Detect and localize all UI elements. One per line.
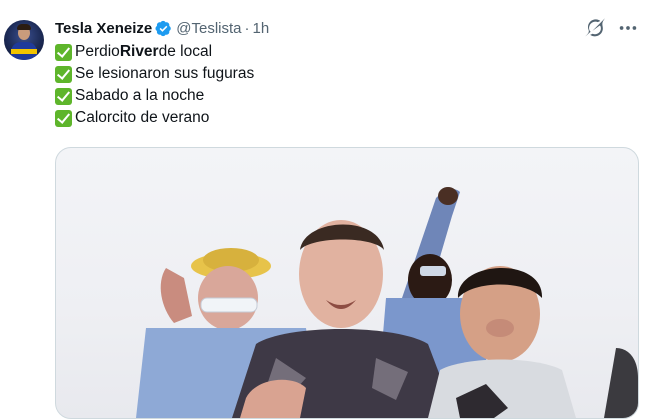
tweet-line-2-text: Se lesionaron sus fuguras	[75, 65, 255, 82]
author-avatar[interactable]	[4, 20, 44, 60]
tweet-video[interactable]	[55, 147, 639, 419]
avatar-shirt-stripe	[11, 49, 37, 54]
avatar-hair	[17, 24, 31, 30]
check-mark-icon	[55, 87, 72, 105]
right-person-hand-on-mouth	[486, 319, 514, 337]
verified-badge-icon	[155, 20, 172, 37]
tweet-line-3: Sabado a la noche	[55, 85, 254, 107]
left-person-sunglasses	[200, 297, 258, 313]
more-options-icon[interactable]	[617, 17, 639, 39]
tweet-line-3-text: Sabado a la noche	[75, 87, 205, 104]
tweet-line-1-bold: River	[119, 43, 159, 60]
back-person-hand	[438, 187, 458, 205]
check-mark-icon	[55, 65, 72, 83]
tweet-line-1-rest: de local	[158, 43, 213, 60]
grok-icon[interactable]	[584, 17, 606, 39]
back-person-glasses	[420, 266, 446, 276]
tweet-line-2: Se lesionaron sus fuguras	[55, 63, 254, 85]
tweet-line-4: Calorcito de verano	[55, 107, 254, 129]
video-frame-illustration	[136, 187, 638, 418]
header-separator: ·	[244, 19, 250, 37]
tweet-header: Tesla Xeneize @Teslista · 1h	[55, 18, 269, 38]
tweet-line-4-text: Calorcito de verano	[75, 109, 210, 126]
tweet-card[interactable]: Tesla Xeneize @Teslista · 1h Perdio Rive…	[0, 0, 656, 419]
author-name[interactable]: Tesla Xeneize	[55, 20, 152, 37]
author-handle[interactable]: @Teslista	[176, 20, 241, 37]
check-mark-icon	[55, 43, 72, 61]
tweet-text: Perdio River de local Se lesionaron sus …	[55, 41, 254, 129]
tweet-line-1: Perdio River de local	[55, 41, 254, 63]
tweet-timestamp[interactable]: 1h	[253, 20, 270, 37]
tweet-line-1-text: Perdio	[75, 43, 120, 60]
edge-person	[604, 348, 638, 418]
left-person-arm	[160, 268, 192, 323]
check-mark-icon	[55, 109, 72, 127]
